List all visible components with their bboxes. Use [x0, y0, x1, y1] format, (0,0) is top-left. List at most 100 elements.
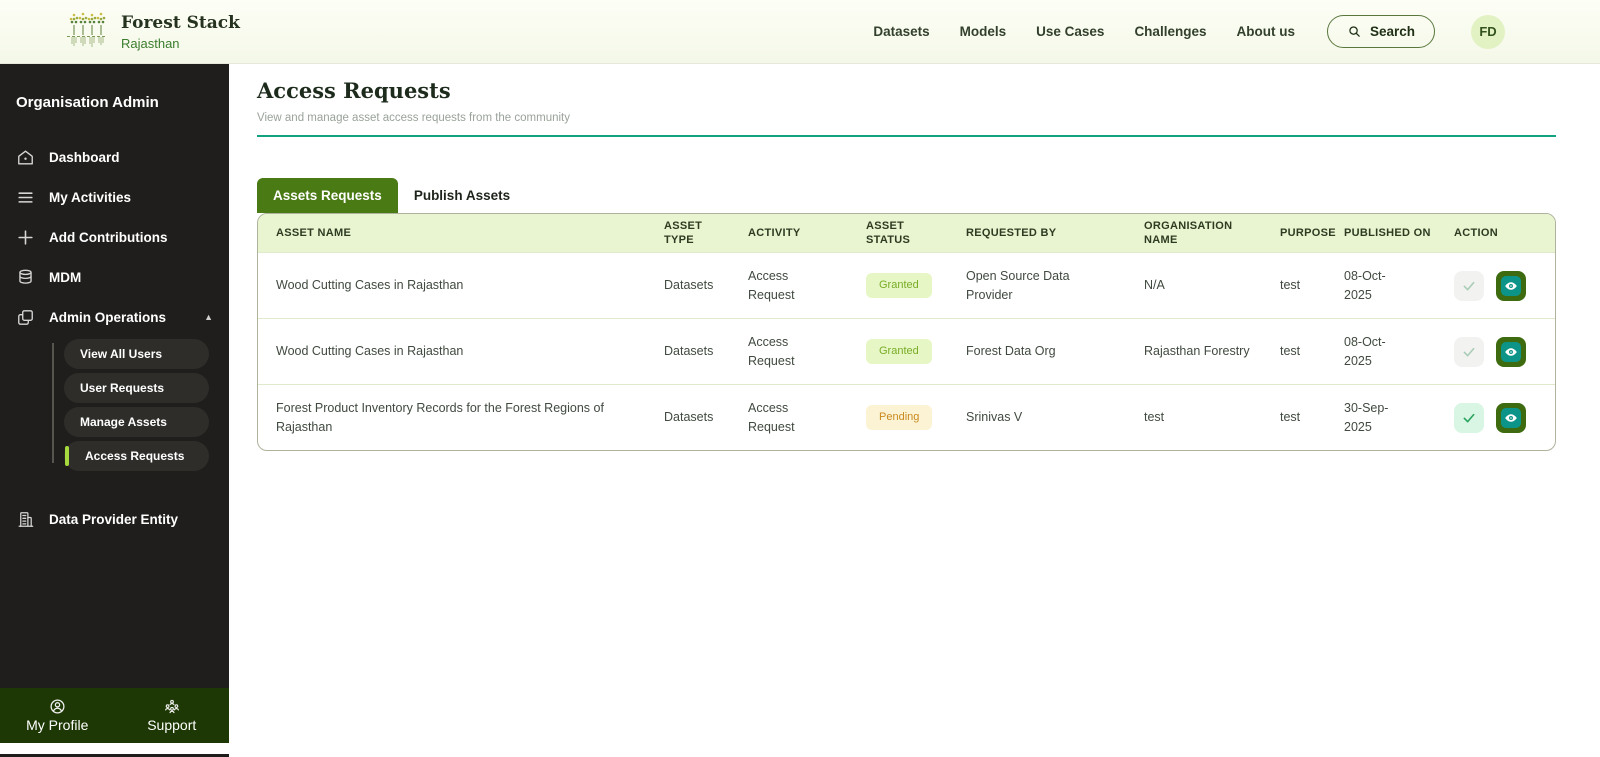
sidebar-item-label: Dashboard	[49, 149, 120, 165]
chevron-up-icon[interactable]: ▲	[204, 312, 213, 322]
sidebar-item-data-provider-entity[interactable]: Data Provider Entity	[0, 499, 229, 539]
top-header: Forest Stack Rajasthan Datasets Models U…	[0, 0, 1600, 64]
page-subtitle: View and manage asset access requests fr…	[257, 112, 570, 124]
nav-link-use-cases[interactable]: Use Cases	[1036, 24, 1104, 39]
cell-activity: Access Request	[748, 335, 795, 368]
column-header-asset-name: ASSET NAME	[276, 226, 352, 239]
column-header-asset-status: ASSET STATUS	[866, 219, 911, 246]
person-circle-icon	[49, 698, 66, 715]
sidebar-item-dashboard[interactable]: Dashboard	[0, 137, 229, 177]
search-label: Search	[1369, 24, 1415, 39]
sidebar-subitem-view-all-users[interactable]: View All Users	[64, 339, 209, 369]
cell-asset-name: Wood Cutting Cases in Rajasthan	[276, 278, 464, 293]
page-title: Access Requests	[257, 78, 451, 103]
table-row: Wood Cutting Cases in Rajasthan Datasets…	[258, 318, 1555, 384]
column-header-action: ACTION	[1454, 226, 1498, 239]
table-row: Wood Cutting Cases in Rajasthan Datasets…	[258, 252, 1555, 318]
cell-published-on: 08-Oct-2025	[1344, 269, 1386, 302]
sidebar-item-my-activities[interactable]: My Activities	[0, 177, 229, 217]
cell-activity: Access Request	[748, 269, 795, 302]
table-body: Wood Cutting Cases in Rajasthan Datasets…	[258, 252, 1555, 450]
sidebar-subitem-user-requests[interactable]: User Requests	[64, 373, 209, 403]
cell-purpose: test	[1280, 410, 1301, 425]
forest-stack-logo-icon	[64, 7, 110, 56]
cell-organisation-name: Rajasthan Forestry	[1144, 344, 1250, 359]
cell-activity: Access Request	[748, 401, 795, 434]
cell-requested-by: Open Source Data Provider	[966, 269, 1070, 302]
cell-asset-status: Granted	[850, 338, 950, 365]
cell-asset-type: Datasets	[664, 410, 714, 425]
search-icon	[1347, 24, 1362, 39]
check-icon	[1461, 410, 1477, 426]
column-header-organisation-name: ORGANISATION NAME	[1144, 219, 1233, 246]
plus-icon	[16, 228, 35, 247]
column-header-published-on: PUBLISHED ON	[1344, 226, 1431, 239]
nav-link-datasets[interactable]: Datasets	[873, 24, 929, 39]
cell-requested-by: Srinivas V	[966, 410, 1023, 425]
sidebar-footer: My Profile Support	[0, 688, 229, 743]
column-header-purpose: PURPOSE	[1280, 226, 1336, 239]
tab-publish-assets[interactable]: Publish Assets	[398, 178, 526, 213]
nav-link-challenges[interactable]: Challenges	[1134, 24, 1206, 39]
check-icon	[1461, 278, 1477, 294]
view-button[interactable]	[1496, 402, 1526, 433]
support-button[interactable]: Support	[115, 698, 230, 733]
sidebar-heading: Organisation Admin	[16, 94, 159, 111]
people-group-icon	[163, 698, 181, 715]
approve-button[interactable]	[1454, 270, 1484, 301]
my-profile-button[interactable]: My Profile	[0, 698, 115, 733]
brand-subtitle: Rajasthan	[121, 35, 180, 51]
column-header-requested-by: REQUESTED BY	[966, 226, 1057, 239]
sidebar: Organisation Admin Dashboard My Activiti…	[0, 64, 229, 743]
home-icon	[16, 148, 35, 167]
view-button[interactable]	[1496, 270, 1526, 301]
approve-button[interactable]	[1454, 402, 1484, 433]
sidebar-subitem-access-requests[interactable]: Access Requests	[64, 441, 209, 471]
eye-icon	[1501, 275, 1521, 296]
view-button[interactable]	[1496, 336, 1526, 367]
column-header-asset-type: ASSET TYPE	[664, 219, 703, 246]
nav-link-models[interactable]: Models	[960, 24, 1007, 39]
admin-operations-submenu: View All Users User Requests Manage Asse…	[52, 339, 229, 471]
cell-published-on: 08-Oct-2025	[1344, 335, 1386, 368]
tab-assets-requests[interactable]: Assets Requests	[257, 178, 398, 213]
layers-icon	[16, 308, 35, 327]
cell-asset-name: Forest Product Inventory Records for the…	[276, 401, 604, 434]
cell-actions	[1438, 270, 1555, 301]
sidebar-item-label: Add Contributions	[49, 229, 168, 245]
sidebar-item-label: Data Provider Entity	[49, 511, 179, 527]
sidebar-subitem-manage-assets[interactable]: Manage Assets	[64, 407, 209, 437]
cell-organisation-name: test	[1144, 410, 1165, 425]
cell-asset-status: Granted	[850, 272, 950, 299]
database-icon	[16, 268, 35, 287]
table-row: Forest Product Inventory Records for the…	[258, 384, 1555, 450]
access-requests-table: ASSET NAME ASSET TYPE ACTIVITY ASSET STA…	[257, 213, 1556, 451]
eye-icon	[1501, 341, 1521, 362]
cell-organisation-name: N/A	[1144, 278, 1165, 293]
status-badge: Granted	[866, 338, 932, 365]
tabs: Assets Requests Publish Assets	[257, 178, 1556, 213]
search-button[interactable]: Search	[1326, 15, 1435, 48]
nav-link-about-us[interactable]: About us	[1236, 24, 1295, 39]
footer-item-label: Support	[147, 717, 197, 733]
cell-asset-type: Datasets	[664, 344, 714, 359]
sidebar-item-add-contributions[interactable]: Add Contributions	[0, 217, 229, 257]
sidebar-item-admin-operations[interactable]: Admin Operations ▲	[0, 297, 229, 337]
teal-divider	[257, 135, 1556, 137]
sidebar-item-label: Admin Operations	[49, 309, 167, 325]
status-badge: Granted	[866, 272, 932, 299]
cell-asset-name: Wood Cutting Cases in Rajasthan	[276, 344, 464, 359]
sidebar-item-mdm[interactable]: MDM	[0, 257, 229, 297]
building-icon	[16, 510, 35, 529]
cell-published-on: 30-Sep-2025	[1344, 401, 1389, 434]
avatar[interactable]: FD	[1471, 14, 1505, 49]
top-nav: Datasets Models Use Cases Challenges Abo…	[873, 14, 1505, 49]
column-header-activity: ACTIVITY	[748, 226, 801, 239]
brand[interactable]: Forest Stack Rajasthan	[64, 7, 240, 56]
main-content: Access Requests View and manage asset ac…	[229, 64, 1600, 757]
footer-item-label: My Profile	[26, 717, 89, 733]
approve-button[interactable]	[1454, 336, 1484, 367]
status-badge: Pending	[866, 404, 933, 431]
table-header: ASSET NAME ASSET TYPE ACTIVITY ASSET STA…	[258, 214, 1555, 252]
eye-icon	[1501, 407, 1521, 428]
